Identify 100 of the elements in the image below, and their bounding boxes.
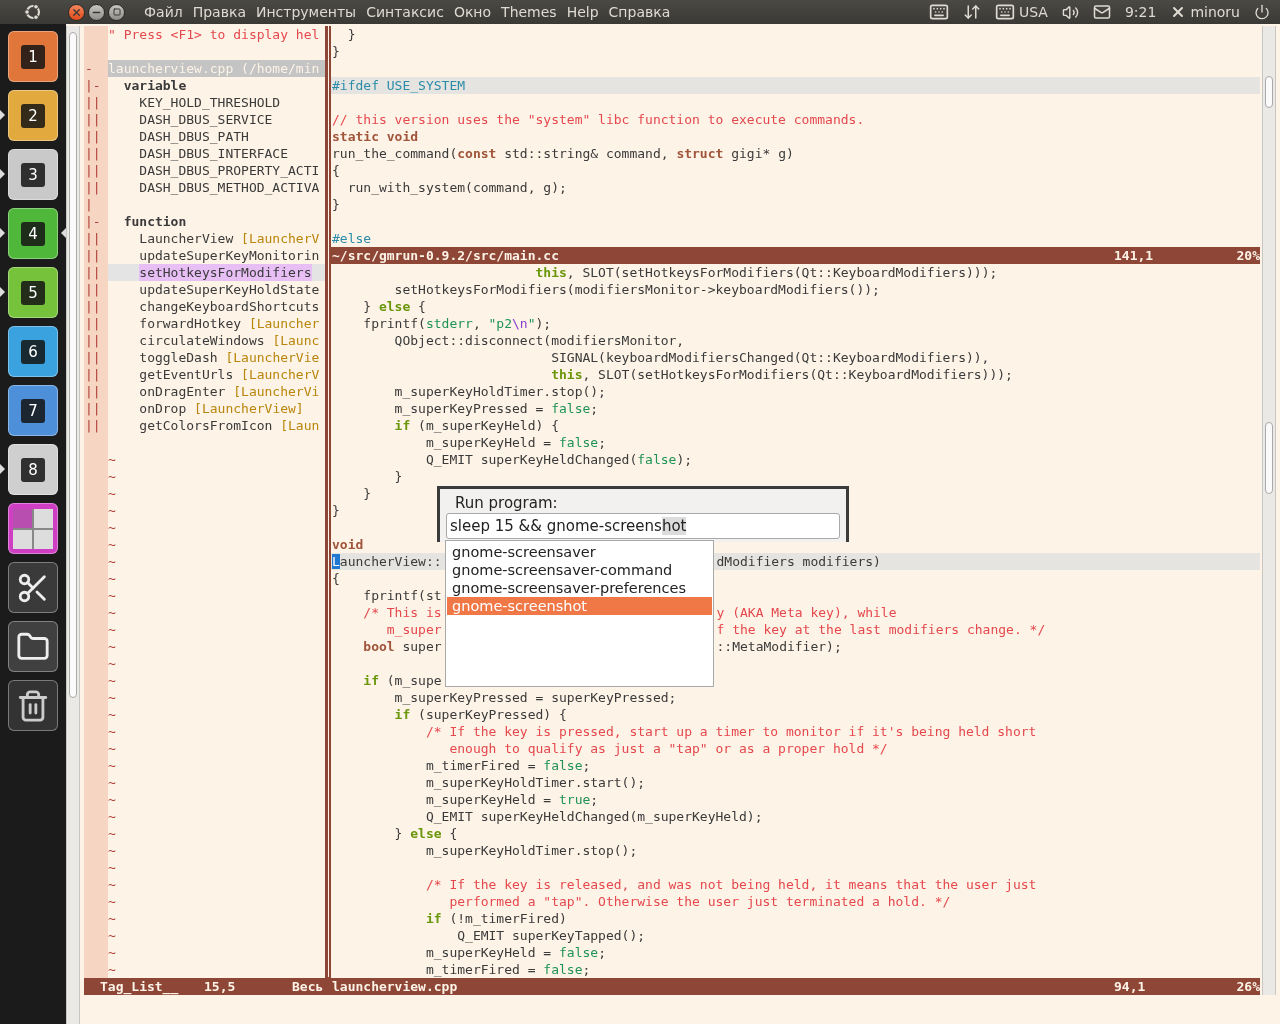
scrollbar-thumb[interactable]: [1265, 422, 1273, 494]
code-line: #else: [331, 230, 372, 247]
menu-item[interactable]: Themes: [496, 4, 562, 20]
filler-tilde: ~: [108, 502, 116, 519]
code-line: if (superKeyPressed) {: [393, 706, 567, 723]
close-button[interactable]: [68, 3, 85, 21]
code-line: Q_EMIT superKeyHeldChanged(false);: [424, 451, 693, 468]
code-line: #ifdef USE_SYSTEM: [331, 77, 466, 94]
filler-tilde: ~: [108, 553, 116, 570]
mail-icon[interactable]: [1092, 3, 1111, 21]
tag-name[interactable]: DASH_DBUS_PATH: [139, 128, 249, 145]
menu-item[interactable]: Справка: [603, 4, 676, 20]
help-hint: " Press <F1> to display hel: [108, 26, 320, 43]
filler-tilde: ~: [108, 893, 116, 910]
tag-name[interactable]: updateSuperKeyMonitorin: [139, 247, 320, 264]
filler-tilde: ~: [108, 689, 116, 706]
minimize-button[interactable]: [88, 3, 105, 21]
fold-marker: |-: [84, 213, 108, 230]
filler-tilde: ~: [108, 740, 116, 757]
dialog-label: Run program:: [454, 494, 559, 512]
fold-marker: ||: [84, 94, 108, 111]
volume-icon[interactable]: [1061, 3, 1079, 21]
menu-item[interactable]: Файл: [139, 4, 188, 20]
fold-marker: ||: [84, 366, 108, 383]
scrollbar[interactable]: [1262, 262, 1276, 995]
keyboard-icon[interactable]: [994, 2, 1015, 22]
filler-tilde: ~: [108, 723, 116, 740]
menu-item[interactable]: Инструменты: [250, 4, 362, 20]
fold-marker: -: [84, 60, 108, 77]
tag-name[interactable]: DASH_DBUS_PROPERTY_ACTI: [139, 162, 320, 179]
launcher-tile[interactable]: 3: [8, 149, 58, 200]
code-line: Q_EMIT superKeyTapped();: [456, 927, 646, 944]
menu-item[interactable]: Правка: [187, 4, 251, 20]
launcher-tile[interactable]: 7: [8, 385, 58, 436]
tag-name[interactable]: getColorsFromIcon: [139, 417, 273, 434]
command-field[interactable]: sleep 15 && gnome-screenshot: [446, 513, 840, 539]
code-line: if (m_superKeyHeld) {: [393, 417, 559, 434]
tag-name[interactable]: updateSuperKeyHoldState: [139, 281, 320, 298]
code-line: run_the_command(const std::string& command, struct gigi* g): [331, 145, 794, 162]
keyboard-icon[interactable]: [928, 2, 949, 22]
code-line: QObject::disconnect(modifiersMonitor,: [393, 332, 685, 349]
tag-name[interactable]: LauncherView: [139, 230, 234, 247]
fold-marker: ||: [84, 247, 108, 264]
launcher-tile[interactable]: [8, 621, 58, 672]
tag-name[interactable]: DASH_DBUS_SERVICE: [139, 111, 273, 128]
maximize-button[interactable]: [108, 3, 125, 21]
code-line: ::MetaModifier);: [715, 638, 842, 655]
tag-name[interactable]: circulateWindows: [139, 332, 265, 349]
scrollbar[interactable]: [1262, 26, 1276, 262]
tag-name[interactable]: changeKeyboardShortcuts: [139, 298, 320, 315]
network-arrows-icon[interactable]: [962, 3, 981, 21]
filler-tilde: ~: [108, 859, 116, 876]
suggestion-item[interactable]: gnome-screensaver-command: [447, 561, 712, 579]
filler-tilde: ~: [108, 706, 116, 723]
suggestion-item[interactable]: gnome-screensaver-preferences: [447, 579, 712, 597]
code-line: bool super: [362, 638, 442, 655]
menu-item[interactable]: Help: [561, 4, 604, 20]
scrollbar[interactable]: [66, 26, 80, 1024]
launcher-tile[interactable]: 5: [8, 267, 58, 318]
code-line: enough to qualify as just a "tap" or as a proper hold */: [448, 740, 888, 757]
workspace-grid-icon: [13, 508, 53, 549]
user-name[interactable]: minoru: [1190, 4, 1240, 20]
keyboard-layout[interactable]: USA: [1018, 4, 1048, 20]
launcher-tile[interactable]: 8: [8, 444, 58, 495]
tag-name[interactable]: toggleDash: [139, 349, 218, 366]
tag-name[interactable]: onDrop: [139, 400, 187, 417]
ubuntu-logo-icon[interactable]: [23, 2, 43, 22]
suggestion-item[interactable]: gnome-screensaver: [447, 543, 712, 561]
launcher-badge: 2: [21, 103, 45, 128]
menu-item[interactable]: Окно: [448, 4, 497, 20]
tag-file-header: launcherview.cpp (/home/min: [108, 60, 325, 77]
code-line: m_superKeyHeld = false;: [424, 944, 606, 961]
launcher-tile[interactable]: 1: [8, 31, 58, 82]
scrollbar-thumb[interactable]: [69, 32, 77, 698]
launcher-tile[interactable]: 2: [8, 90, 58, 141]
fold-marker: ||: [84, 230, 108, 247]
status-file-name: launcherview.cpp: [332, 978, 459, 995]
launcher-tile[interactable]: [8, 503, 58, 554]
code-line: m_super: [385, 621, 442, 638]
tag-name[interactable]: forwardHotkey: [139, 315, 242, 332]
code-line: static void: [331, 128, 419, 145]
scrollbar-thumb[interactable]: [1265, 76, 1273, 108]
tag-name[interactable]: setHotkeysForModifiers: [139, 264, 312, 281]
code-line: Q_EMIT superKeyHeldChanged(m_superKeyHeld);: [424, 808, 763, 825]
clock[interactable]: 9:21: [1124, 4, 1157, 20]
tag-name[interactable]: KEY_HOLD_THRESHOLD: [139, 94, 281, 111]
launcher-badge: 8: [21, 457, 45, 482]
tag-name[interactable]: DASH_DBUS_METHOD_ACTIVA: [139, 179, 320, 196]
launcher-tile[interactable]: [8, 680, 58, 731]
power-icon[interactable]: [1254, 4, 1270, 20]
launcher-tile[interactable]: 4: [8, 208, 58, 259]
tag-name[interactable]: onDragEnter: [139, 383, 226, 400]
launcher-tile[interactable]: 6: [8, 326, 58, 377]
menu-item[interactable]: Синтаксис: [361, 4, 449, 20]
launcher-tile[interactable]: [8, 562, 58, 613]
code-line: {: [331, 570, 340, 587]
tag-name[interactable]: DASH_DBUS_INTERFACE: [139, 145, 289, 162]
fold-marker: ||: [84, 332, 108, 349]
tag-name[interactable]: getEventUrls: [139, 366, 234, 383]
code-line: run_with_system(command, g);: [346, 179, 567, 196]
